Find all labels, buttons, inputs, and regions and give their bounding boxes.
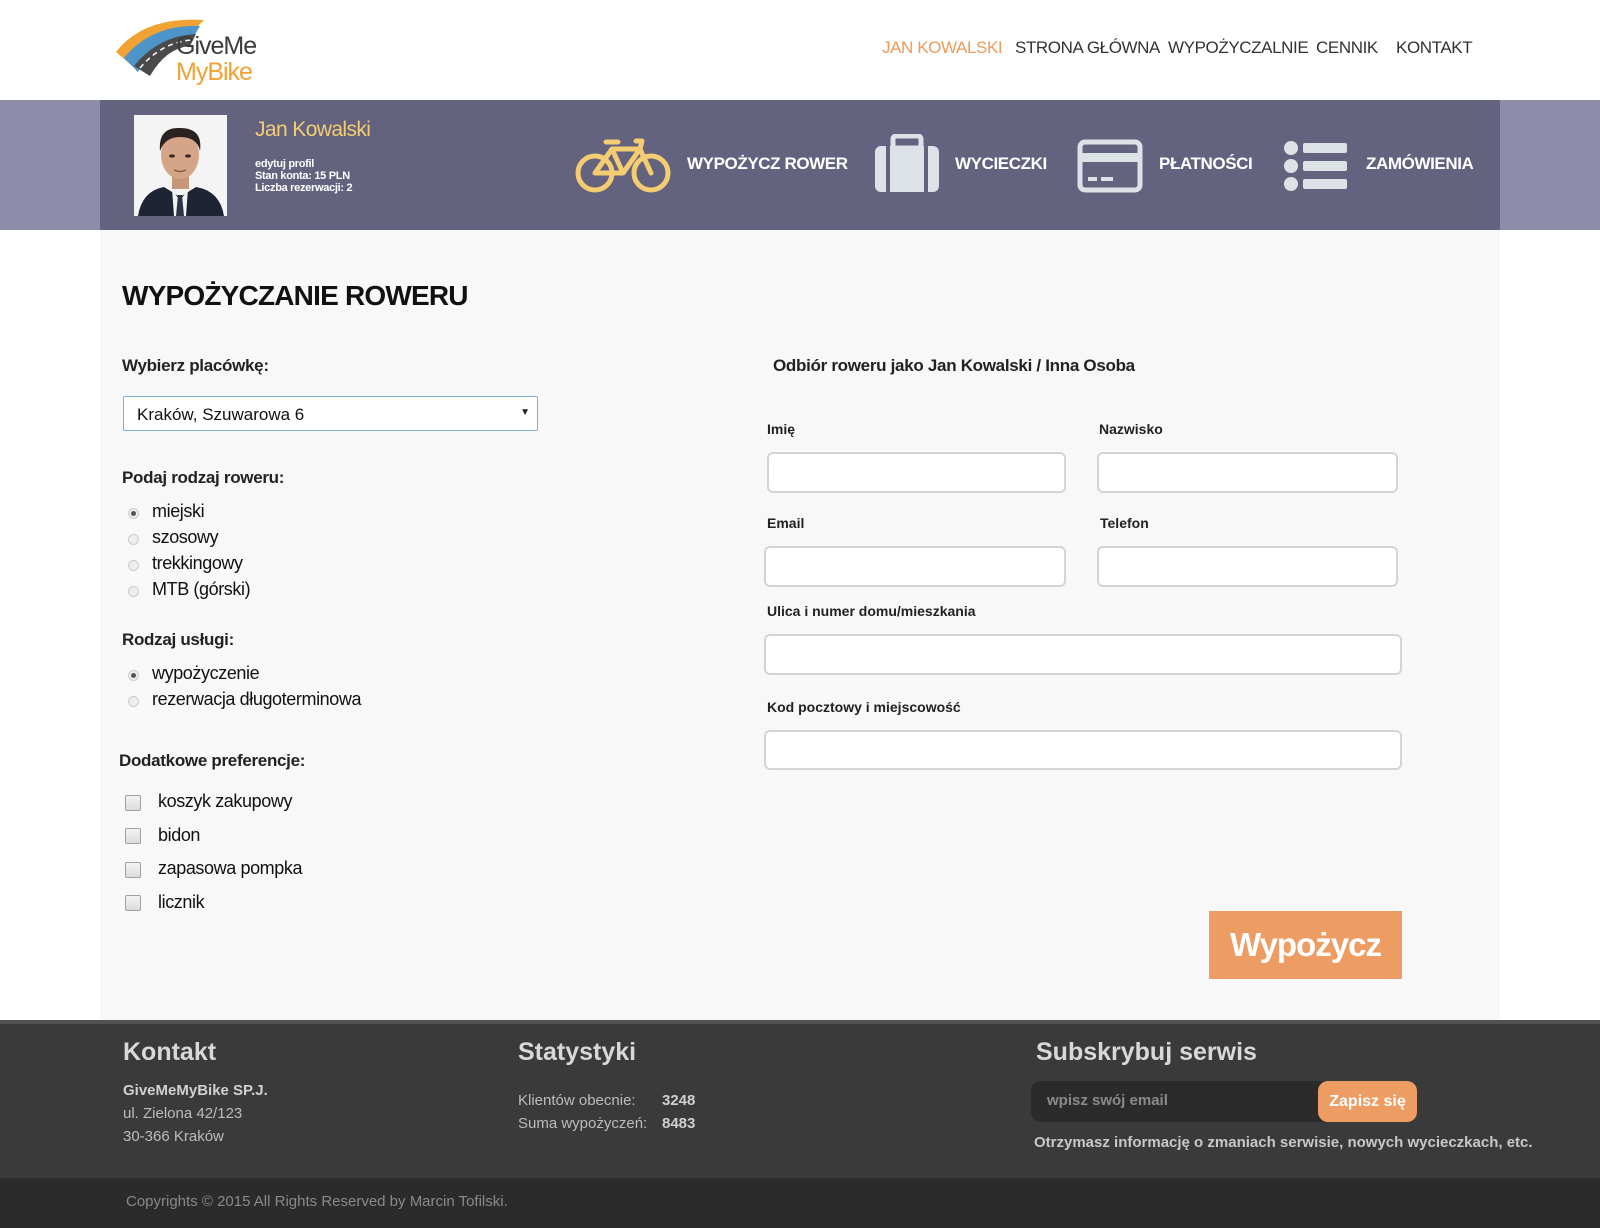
postal-field[interactable] bbox=[764, 730, 1402, 770]
service-label: Rodzaj usługi: bbox=[122, 630, 234, 649]
nav-contact[interactable]: KONTAKT bbox=[1396, 38, 1473, 58]
radio-service-rent[interactable] bbox=[128, 670, 139, 681]
checkbox-basket-label: koszyk zakupowy bbox=[158, 791, 293, 811]
checkbox-pump[interactable] bbox=[125, 862, 141, 878]
copyright-text: Copyrights © 2015 All Rights Reserved by… bbox=[126, 1193, 508, 1210]
footer-subscribe-title: Subskrybuj serwis bbox=[1036, 1038, 1257, 1066]
radio-bike-city-label: miejski bbox=[152, 501, 205, 521]
radio-service-reservation[interactable] bbox=[128, 696, 139, 707]
first-name-label: Imię bbox=[767, 421, 796, 437]
stats-rentals-label: Suma wypożyczeń: bbox=[518, 1115, 648, 1132]
checkbox-counter[interactable] bbox=[125, 895, 141, 911]
quick-payments-label[interactable]: PŁATNOŚCI bbox=[1159, 154, 1253, 174]
profile-name[interactable]: Jan Kowalski bbox=[255, 118, 371, 142]
nav-shops[interactable]: WYPOŻYCZALNIE bbox=[1168, 38, 1309, 58]
avatar-photo-icon bbox=[134, 115, 227, 216]
nav-user[interactable]: JAN KOWALSKI bbox=[882, 38, 1003, 58]
shop-label: Wybierz placówkę: bbox=[122, 356, 269, 375]
subscribe-email-input[interactable]: wpisz swój email bbox=[1031, 1081, 1331, 1122]
radio-bike-trekking[interactable] bbox=[128, 560, 139, 571]
list-icon[interactable] bbox=[1283, 140, 1349, 192]
stats-rentals-value: 8483 bbox=[662, 1115, 696, 1132]
footer-address-line1: ul. Zielona 42/123 bbox=[123, 1105, 243, 1122]
radio-bike-mtb-label: MTB (górski) bbox=[152, 579, 251, 599]
nav-home[interactable]: STRONA GŁÓWNA bbox=[1015, 38, 1160, 58]
radio-bike-trekking-label: trekkingowy bbox=[152, 553, 243, 573]
stats-clients-label: Klientów obecnie: bbox=[518, 1092, 636, 1109]
shop-select-value: Kraków, Szuwarowa 6 bbox=[137, 405, 305, 424]
subscribe-info: Otrzymasz informację o zmaniach serwisie… bbox=[1034, 1134, 1533, 1151]
email-field[interactable] bbox=[764, 546, 1066, 587]
profile-details: edytuj profil Stan konta: 15 PLN Liczba … bbox=[255, 158, 353, 194]
first-name-field[interactable] bbox=[767, 452, 1066, 493]
phone-label: Telefon bbox=[1100, 515, 1149, 531]
prefs-label: Dodatkowe preferencje: bbox=[119, 751, 306, 770]
radio-service-rent-label: wypożyczenie bbox=[152, 663, 260, 683]
reservation-count: Liczba rezerwacji: 2 bbox=[255, 182, 353, 194]
radio-bike-city[interactable] bbox=[128, 508, 139, 519]
stats-clients-value: 3248 bbox=[662, 1092, 696, 1109]
quick-orders-label[interactable]: ZAMÓWIENIA bbox=[1366, 154, 1474, 174]
nav-prices[interactable]: CENNIK bbox=[1316, 38, 1378, 58]
checkbox-counter-label: licznik bbox=[158, 892, 205, 912]
brand-logo[interactable]: GiveMe MyBike bbox=[114, 14, 257, 86]
street-label: Ulica i numer domu/mieszkania bbox=[767, 603, 976, 619]
street-field[interactable] bbox=[764, 634, 1402, 675]
shop-select[interactable]: Kraków, Szuwarowa 6 ▼ bbox=[123, 396, 538, 431]
radio-service-reservation-label: rezerwacja długoterminowa bbox=[152, 689, 362, 709]
subscribe-email-placeholder: wpisz swój email bbox=[1047, 1092, 1168, 1109]
page-title: WYPOŻYCZANIE ROWERU bbox=[122, 280, 468, 311]
bike-type-label: Podaj rodzaj roweru: bbox=[122, 468, 285, 487]
bike-icon[interactable] bbox=[574, 137, 672, 195]
band-side-left bbox=[0, 100, 100, 230]
main-panel bbox=[100, 230, 1500, 1020]
checkbox-bottle-label: bidon bbox=[158, 825, 201, 845]
rent-submit-button[interactable]: Wypożycz bbox=[1209, 911, 1402, 979]
footer-address-line2: 30-366 Kraków bbox=[123, 1128, 224, 1145]
checkbox-bottle[interactable] bbox=[125, 828, 141, 844]
radio-bike-road[interactable] bbox=[128, 534, 139, 545]
postal-label: Kod pocztowy i miejscowość bbox=[767, 699, 961, 715]
checkbox-pump-label: zapasowa pompka bbox=[158, 858, 303, 878]
edit-profile-link[interactable]: edytuj profil bbox=[255, 158, 352, 170]
quick-rent-label[interactable]: WYPOŻYCZ ROWER bbox=[687, 154, 848, 174]
last-name-label: Nazwisko bbox=[1099, 421, 1163, 437]
radio-bike-road-label: szosowy bbox=[152, 527, 219, 547]
footer-contact-title: Kontakt bbox=[123, 1038, 217, 1066]
pickup-heading: Odbiór roweru jako Jan Kowalski / Inna O… bbox=[773, 356, 1135, 375]
quick-trips-label[interactable]: WYCIECZKI bbox=[955, 154, 1047, 174]
suitcase-icon[interactable] bbox=[873, 134, 941, 194]
footer-company: GiveMeMyBike SP.J. bbox=[123, 1082, 268, 1099]
brand-line1: GiveMe bbox=[176, 32, 257, 60]
radio-bike-mtb[interactable] bbox=[128, 586, 139, 597]
site-header: GiveMe MyBike JAN KOWALSKI STRONA GŁÓWNA… bbox=[0, 0, 1600, 100]
caret-down-icon: ▼ bbox=[520, 407, 530, 418]
account-balance: Stan konta: 15 PLN bbox=[255, 170, 350, 182]
credit-card-icon[interactable] bbox=[1077, 139, 1143, 193]
subscribe-button[interactable]: Zapisz się bbox=[1318, 1081, 1417, 1122]
phone-field[interactable] bbox=[1097, 546, 1398, 587]
avatar bbox=[134, 115, 227, 216]
brand-line2: MyBike bbox=[176, 58, 253, 86]
footer-stats-title: Statystyki bbox=[518, 1038, 637, 1066]
last-name-field[interactable] bbox=[1097, 452, 1398, 493]
band-side-right bbox=[1500, 100, 1600, 230]
checkbox-basket[interactable] bbox=[125, 795, 141, 811]
email-label: Email bbox=[767, 515, 805, 531]
